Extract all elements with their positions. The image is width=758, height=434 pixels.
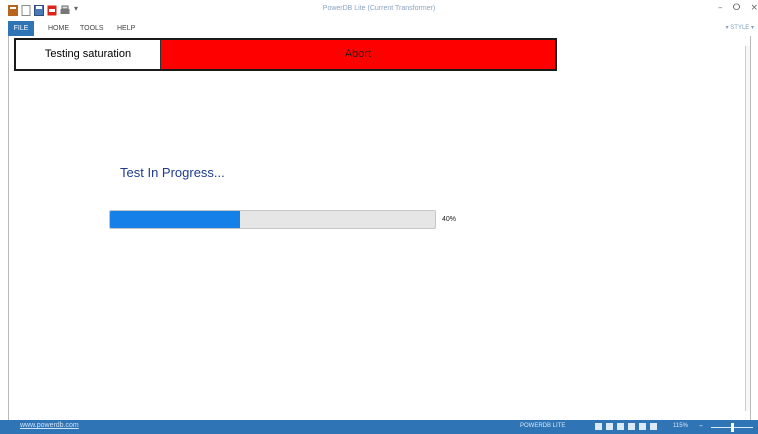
zoom-slider[interactable] [711,423,753,432]
progress-fill [110,211,240,228]
close-button[interactable]: × [750,3,758,13]
minimize-button[interactable]: – [718,3,723,13]
window-title: PowerDB Lite (Current Transformer) [322,5,436,12]
tab-home[interactable]: HOME [48,21,69,36]
tab-tools[interactable]: TOOLS [80,21,104,36]
abort-button[interactable]: Abort [161,40,555,69]
main-content: Testing saturation Abort Test In Progres… [8,36,751,420]
website-link[interactable]: www.powerdb.com [20,422,79,429]
style-menu[interactable]: ▾ STYLE ▾ [726,21,754,36]
tab-help[interactable]: HELP [117,21,135,36]
test-status-label: Testing saturation [16,40,161,69]
window-controls: – ⵔ × [718,3,758,13]
zoom-out-icon[interactable] [606,423,613,430]
two-page-icon[interactable] [639,423,646,430]
right-panel-edge [745,46,750,411]
progress-percent: 40% [442,216,457,223]
test-status-bar: Testing saturation Abort [14,38,557,71]
ribbon-tabs: FILE HOME TOOLS HELP ▾ STYLE ▾ [0,21,758,36]
zoom-minus-button[interactable]: – [699,421,703,430]
zoom-level: 115% [673,423,688,429]
zoom-slider-thumb[interactable] [731,423,734,432]
zoom-in-icon[interactable] [595,423,602,430]
progress-heading: Test In Progress... [120,165,225,180]
multi-page-icon[interactable] [650,423,657,430]
restore-button[interactable]: ⵔ [732,3,740,13]
progress-bar [109,210,436,229]
powerdb-window: ▾ PowerDB Lite (Current Transformer) – ⵔ… [0,0,758,434]
tab-file[interactable]: FILE [8,21,34,36]
title-bar: ▾ PowerDB Lite (Current Transformer) – ⵔ… [0,0,758,21]
view-controls [595,423,657,430]
single-page-icon[interactable] [628,423,635,430]
status-bar: www.powerdb.com POWERDB LITE 115% – [0,420,758,434]
status-app-name: POWERDB LITE [520,423,566,429]
fit-page-icon[interactable] [617,423,624,430]
